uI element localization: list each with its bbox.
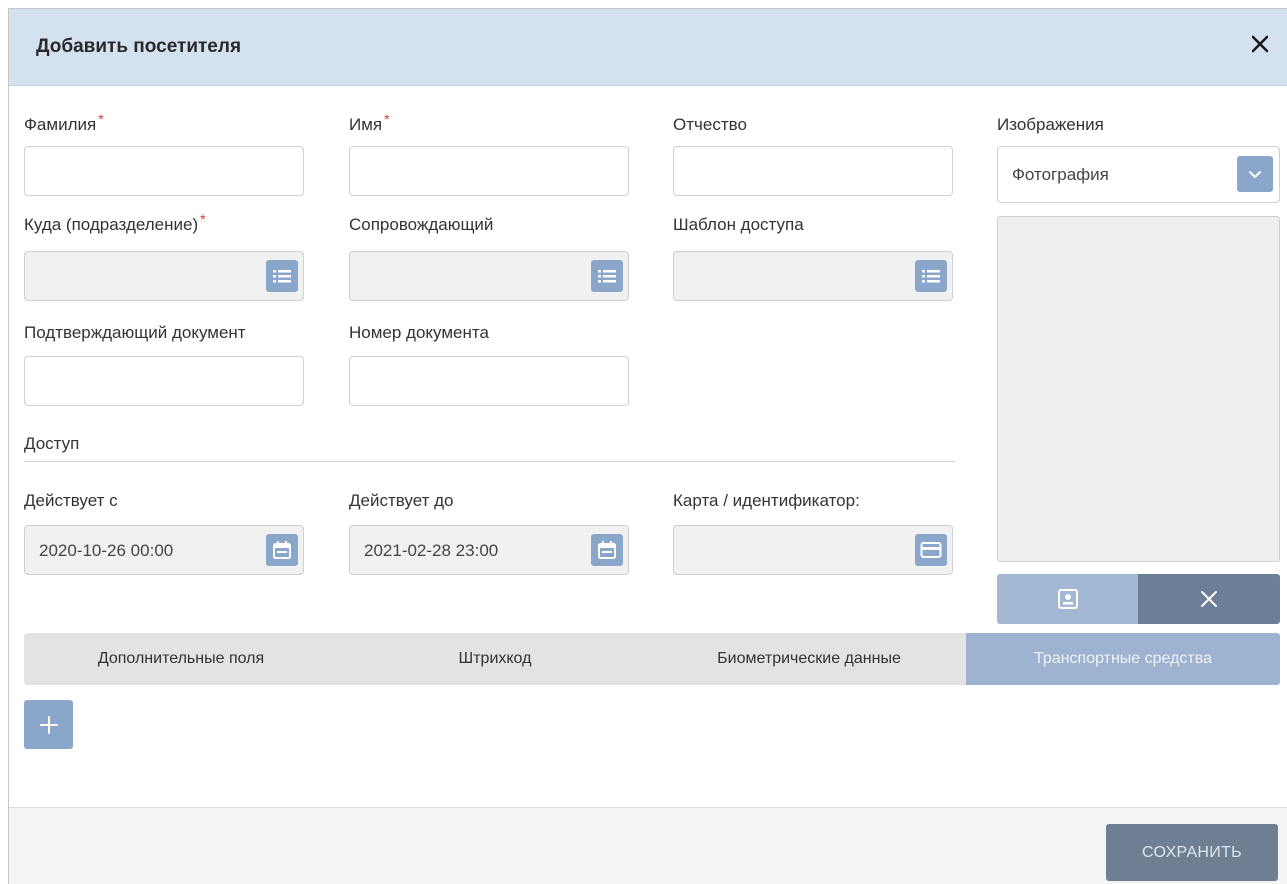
list-icon[interactable] — [591, 260, 623, 292]
access-template-field[interactable] — [673, 251, 953, 301]
save-button[interactable]: СОХРАНИТЬ — [1106, 824, 1278, 881]
tab-biometrics[interactable]: Биометрические данные — [652, 633, 966, 685]
access-divider — [24, 461, 955, 462]
calendar-icon[interactable] — [266, 534, 298, 566]
access-section-label: Доступ — [24, 434, 80, 453]
image-type-select[interactable]: Фотография — [997, 146, 1280, 203]
plus-icon — [39, 715, 58, 734]
valid-to-label: Действует до — [349, 491, 454, 510]
dialog-header: Добавить посетителя — [9, 9, 1287, 86]
patronymic-input[interactable] — [673, 146, 953, 196]
valid-from-field[interactable]: 2020-10-26 00:00 — [24, 525, 304, 575]
calendar-icon[interactable] — [591, 534, 623, 566]
department-label-text: Куда (подразделение) — [24, 215, 199, 234]
valid-from-label: Действует с — [24, 491, 118, 510]
tab-additional-fields[interactable]: Дополнительные поля — [24, 633, 338, 685]
portrait-icon — [1057, 589, 1078, 609]
card-label: Карта / идентификатор: — [673, 491, 860, 510]
escort-field[interactable] — [349, 251, 629, 301]
chevron-down-icon[interactable] — [1237, 156, 1273, 192]
image-preview — [997, 216, 1280, 562]
document-number-label: Номер документа — [349, 323, 489, 342]
dialog-footer: СОХРАНИТЬ — [9, 807, 1287, 884]
dialog-title: Добавить посетителя — [36, 36, 242, 57]
document-number-input[interactable] — [349, 356, 629, 406]
last-name-label: Фамилия * — [24, 111, 104, 135]
department-label: Куда (подразделение) * — [24, 211, 206, 235]
delete-photo-button[interactable] — [1138, 574, 1280, 624]
last-name-label-text: Фамилия — [24, 115, 97, 134]
document-label: Подтверждающий документ — [24, 323, 246, 342]
first-name-label: Имя * — [349, 111, 390, 135]
escort-label: Сопровождающий — [349, 215, 494, 234]
required-mark: * — [384, 111, 390, 127]
document-input[interactable] — [24, 356, 304, 406]
card-field[interactable] — [673, 525, 953, 575]
last-name-input[interactable] — [24, 146, 304, 196]
required-mark: * — [98, 111, 104, 127]
valid-to-field[interactable]: 2021-02-28 23:00 — [349, 525, 629, 575]
close-icon[interactable] — [1245, 29, 1275, 59]
patronymic-label: Отчество — [673, 115, 747, 134]
list-icon[interactable] — [915, 260, 947, 292]
tab-vehicles[interactable]: Транспортные средства — [966, 633, 1280, 685]
add-visitor-dialog: Добавить посетителя Фамилия * Имя * Отчест… — [8, 8, 1287, 884]
valid-from-value: 2020-10-26 00:00 — [39, 541, 174, 560]
add-vehicle-button[interactable] — [24, 700, 73, 749]
first-name-label-text: Имя — [349, 115, 383, 134]
valid-to-value: 2021-02-28 23:00 — [364, 541, 499, 560]
list-icon[interactable] — [266, 260, 298, 292]
close-icon — [1201, 591, 1217, 607]
add-photo-button[interactable] — [997, 574, 1138, 624]
required-mark: * — [200, 211, 206, 227]
tab-barcode[interactable]: Штрихкод — [338, 633, 652, 685]
access-template-label: Шаблон доступа — [673, 215, 804, 234]
image-type-value: Фотография — [1012, 165, 1109, 184]
department-field[interactable] — [24, 251, 304, 301]
card-icon[interactable] — [915, 534, 947, 566]
tab-bar: Дополнительные поля Штрихкод Биометричес… — [24, 633, 1280, 685]
first-name-input[interactable] — [349, 146, 629, 196]
images-label: Изображения — [997, 115, 1104, 134]
